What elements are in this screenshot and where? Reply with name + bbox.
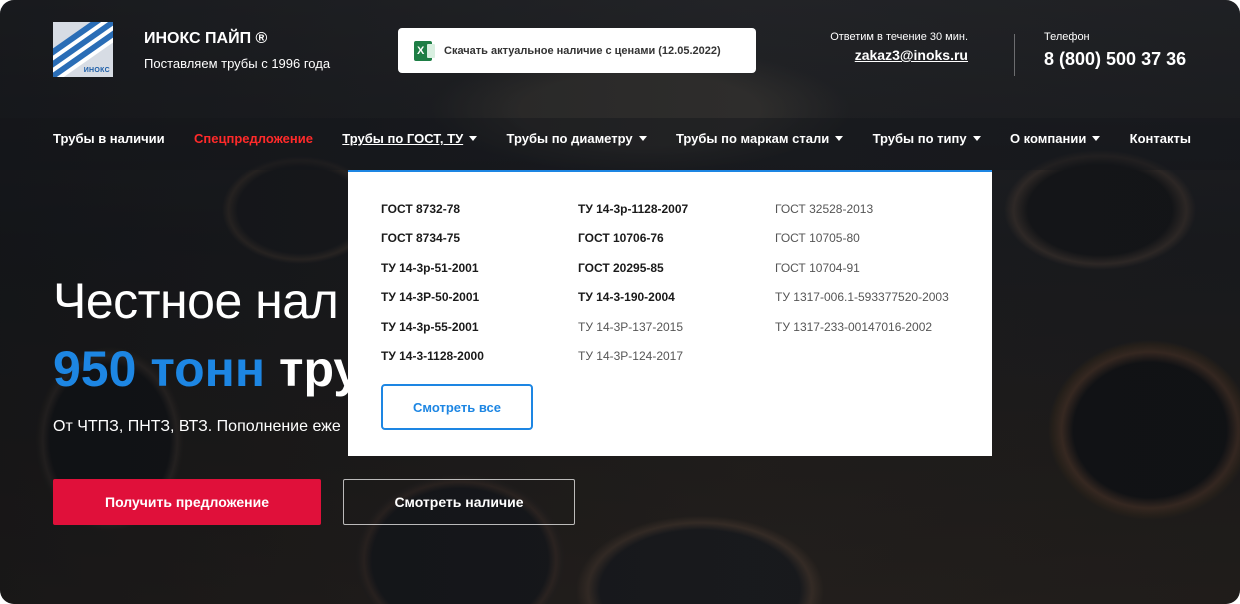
dropdown-link[interactable]: ТУ 1317-233-00147016-2002 [775, 320, 949, 349]
nav-pipes-in-stock[interactable]: Трубы в наличии [53, 131, 165, 146]
reply-note: Ответим в течение 30 мин. [830, 31, 968, 43]
hero-title: Честное нал [53, 273, 339, 329]
view-stock-button[interactable]: Смотреть наличие [343, 479, 575, 525]
dropdown-link[interactable]: ТУ 1317-006.1-593377520-2003 [775, 290, 949, 319]
dropdown-column-1: ГОСТ 8732-78 ГОСТ 8734-75 ТУ 14-3р-51-20… [381, 202, 484, 378]
dropdown-link[interactable]: ГОСТ 10705-80 [775, 231, 949, 260]
chevron-down-icon [1092, 136, 1101, 141]
dropdown-link[interactable]: ТУ 14-3р-51-2001 [381, 261, 484, 290]
dropdown-link[interactable]: ТУ 14-3р-1128-2007 [578, 202, 688, 231]
nav-about[interactable]: О компании [1010, 131, 1101, 146]
phone-label: Телефон [1044, 31, 1090, 43]
email-link[interactable]: zakaz3@inoks.ru [855, 47, 968, 63]
hero-rest: тру [265, 341, 362, 397]
brand-name: ИНОКС ПАЙП ® [144, 30, 268, 47]
dropdown-link[interactable]: ТУ 14-3р-55-2001 [381, 320, 484, 349]
nav-pipes-by-diameter[interactable]: Трубы по диаметру [507, 131, 647, 146]
gost-dropdown-menu: ГОСТ 8732-78 ГОСТ 8734-75 ТУ 14-3р-51-20… [348, 170, 992, 456]
hero-background: ИНОКС ИНОКС ПАЙП ® Поставляем трубы с 19… [0, 0, 1240, 604]
get-offer-button[interactable]: Получить предложение [53, 479, 321, 525]
download-label: Скачать актуальное наличие с ценами (12.… [444, 44, 721, 57]
nav-pipes-by-steel[interactable]: Трубы по маркам стали [676, 131, 844, 146]
dropdown-link[interactable]: ТУ 14-3Р-124-2017 [578, 349, 688, 378]
phone-link[interactable]: 8 (800) 500 37 36 [1044, 49, 1186, 70]
dropdown-link[interactable]: ТУ 14-3-190-2004 [578, 290, 688, 319]
nav-pipes-by-gost[interactable]: Трубы по ГОСТ, ТУ [342, 131, 478, 146]
chevron-down-icon [972, 136, 981, 141]
nav-special-offer[interactable]: Спецпредложение [194, 131, 313, 146]
download-price-button[interactable]: X Скачать актуальное наличие с ценами (1… [398, 28, 756, 73]
dropdown-link[interactable]: ГОСТ 10706-76 [578, 231, 688, 260]
excel-icon: X [414, 40, 435, 61]
dropdown-link[interactable]: ГОСТ 20295-85 [578, 261, 688, 290]
see-all-button[interactable]: Смотреть все [381, 384, 533, 430]
chevron-down-icon [835, 136, 844, 141]
dropdown-column-2: ТУ 14-3р-1128-2007 ГОСТ 10706-76 ГОСТ 20… [578, 202, 688, 378]
dropdown-link[interactable]: ГОСТ 32528-2013 [775, 202, 949, 231]
dropdown-link[interactable]: ГОСТ 8734-75 [381, 231, 484, 260]
dropdown-link[interactable]: ТУ 14-3-1128-2000 [381, 349, 484, 378]
dropdown-link[interactable]: ТУ 14-3Р-50-2001 [381, 290, 484, 319]
dropdown-link[interactable]: ГОСТ 8732-78 [381, 202, 484, 231]
hero-subtitle: 950 тонн тру [53, 340, 361, 398]
dropdown-link[interactable]: ТУ 14-3Р-137-2015 [578, 320, 688, 349]
brand-tagline: Поставляем трубы с 1996 года [144, 56, 331, 71]
logo-word: ИНОКС [83, 67, 110, 74]
dropdown-link[interactable]: ГОСТ 10704-91 [775, 261, 949, 290]
company-logo[interactable]: ИНОКС [53, 22, 113, 77]
dropdown-column-3: ГОСТ 32528-2013 ГОСТ 10705-80 ГОСТ 10704… [775, 202, 949, 349]
chevron-down-icon [638, 136, 647, 141]
nav-contacts[interactable]: Контакты [1130, 131, 1191, 146]
hero-accent: 950 тонн [53, 341, 266, 397]
hero-text: От ЧТПЗ, ПНТЗ, ВТЗ. Пополнение еже [53, 418, 341, 435]
main-nav: Трубы в наличии Спецпредложение Трубы по… [53, 131, 1191, 146]
chevron-down-icon [469, 136, 478, 141]
divider [1014, 34, 1015, 76]
nav-pipes-by-type[interactable]: Трубы по типу [873, 131, 981, 146]
